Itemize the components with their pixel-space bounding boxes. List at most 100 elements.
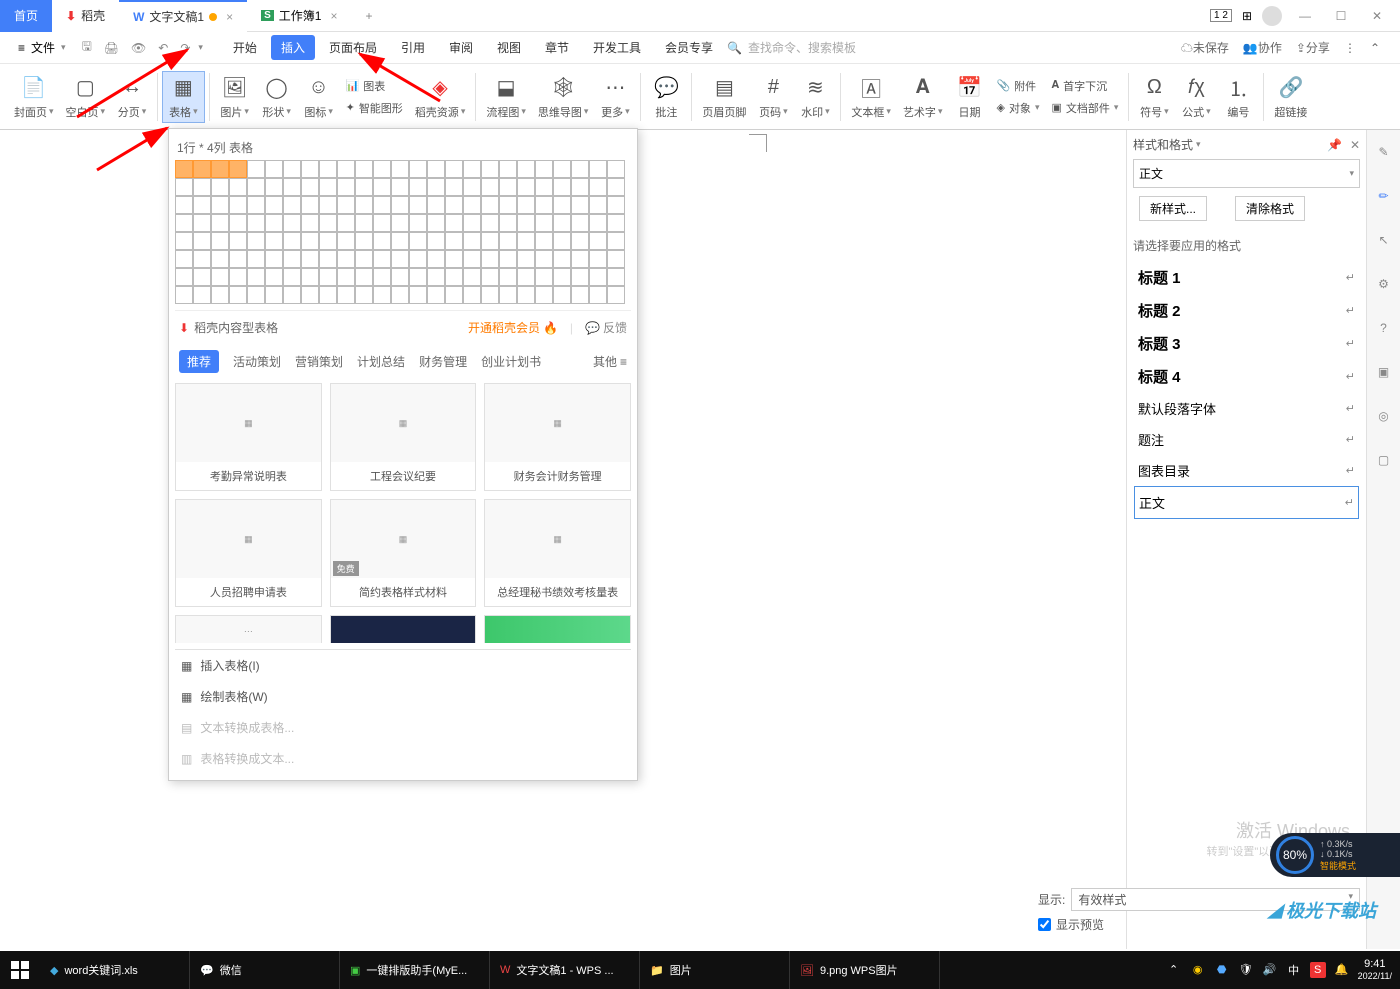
search-input[interactable]: 🔍查找命令、搜索模板 xyxy=(727,39,856,56)
table-grid-cell[interactable] xyxy=(301,196,319,214)
table-grid-cell[interactable] xyxy=(607,160,625,178)
start-button[interactable] xyxy=(0,951,40,989)
template-item[interactable]: ▦工程会议纪要 xyxy=(330,383,477,491)
table-grid-cell[interactable] xyxy=(463,214,481,232)
side-btn[interactable]: ↖ xyxy=(1372,228,1396,252)
table-grid-cell[interactable] xyxy=(301,160,319,178)
close-icon[interactable]: × xyxy=(226,10,233,24)
table-grid-cell[interactable] xyxy=(463,178,481,196)
tray-icon[interactable]: 🔔 xyxy=(1334,962,1350,978)
table-grid-cell[interactable] xyxy=(175,286,193,304)
minimize-button[interactable]: — xyxy=(1292,3,1318,29)
table-grid-cell[interactable] xyxy=(481,160,499,178)
table-grid-cell[interactable] xyxy=(193,196,211,214)
table-grid-cell[interactable] xyxy=(517,214,535,232)
table-grid-cell[interactable] xyxy=(373,286,391,304)
table-grid-cell[interactable] xyxy=(535,286,553,304)
style-item[interactable]: 标题 3↵ xyxy=(1134,327,1359,360)
table-grid-cell[interactable] xyxy=(373,160,391,178)
table-grid-cell[interactable] xyxy=(481,232,499,250)
tab-new[interactable]: + xyxy=(352,0,387,32)
table-grid-cell[interactable] xyxy=(607,232,625,250)
table-grid-cell[interactable] xyxy=(445,214,463,232)
table-grid-cell[interactable] xyxy=(391,286,409,304)
table-grid-cell[interactable] xyxy=(391,160,409,178)
table-grid-cell[interactable] xyxy=(175,178,193,196)
close-icon[interactable]: × xyxy=(330,9,337,23)
table-grid-cell[interactable] xyxy=(499,160,517,178)
template-item[interactable]: ⋯ xyxy=(175,615,322,643)
table-grid-cell[interactable] xyxy=(553,286,571,304)
table-grid-cell[interactable] xyxy=(589,232,607,250)
table-grid-cell[interactable] xyxy=(409,214,427,232)
taskbar-item[interactable]: 📁图片 xyxy=(640,951,790,989)
table-grid-cell[interactable] xyxy=(571,286,589,304)
template-tab[interactable]: 活动策划 xyxy=(233,353,281,370)
table-grid-cell[interactable] xyxy=(445,178,463,196)
table-grid-cell[interactable] xyxy=(211,196,229,214)
table-grid-cell[interactable] xyxy=(247,214,265,232)
pin-icon[interactable]: 📌 xyxy=(1327,138,1342,152)
table-grid-cell[interactable] xyxy=(247,178,265,196)
apps-icon[interactable]: ⊞ xyxy=(1242,9,1252,23)
table-grid-cell[interactable] xyxy=(211,250,229,268)
symbol-button[interactable]: Ω符号▾ xyxy=(1133,72,1175,122)
table-grid-cell[interactable] xyxy=(283,178,301,196)
table-grid-cell[interactable] xyxy=(301,214,319,232)
side-btn[interactable]: ✎ xyxy=(1372,140,1396,164)
table-grid-cell[interactable] xyxy=(229,178,247,196)
table-grid-cell[interactable] xyxy=(283,160,301,178)
table-grid-cell[interactable] xyxy=(589,268,607,286)
template-item[interactable]: ▦人员招聘申请表 xyxy=(175,499,322,607)
table-grid-cell[interactable] xyxy=(499,178,517,196)
table-grid-cell[interactable] xyxy=(427,196,445,214)
table-grid-cell[interactable] xyxy=(175,196,193,214)
table-grid-cell[interactable] xyxy=(355,286,373,304)
menu-devtools[interactable]: 开发工具 xyxy=(583,35,651,60)
style-item[interactable]: 标题 1↵ xyxy=(1134,261,1359,294)
table-grid-cell[interactable] xyxy=(391,178,409,196)
table-grid-cell[interactable] xyxy=(517,178,535,196)
taskbar-item[interactable]: ▣一键排版助手(MyE... xyxy=(340,951,490,989)
table-grid-cell[interactable] xyxy=(427,160,445,178)
table-grid-cell[interactable] xyxy=(193,178,211,196)
template-item[interactable]: ▦财务会计财务管理 xyxy=(484,383,631,491)
share-button[interactable]: ⇪分享 xyxy=(1296,39,1330,56)
watermark-button[interactable]: ≋水印▾ xyxy=(794,72,836,122)
table-grid-cell[interactable] xyxy=(355,232,373,250)
style-item[interactable]: 题注↵ xyxy=(1134,424,1359,455)
table-grid-cell[interactable] xyxy=(589,196,607,214)
template-tab-other[interactable]: 其他≡ xyxy=(593,353,627,370)
tray-icon[interactable]: 🛡 xyxy=(1238,962,1254,978)
avatar[interactable] xyxy=(1262,6,1282,26)
formula-button[interactable]: 𝑓χ公式▾ xyxy=(1175,72,1217,122)
tray-icon[interactable]: S xyxy=(1310,962,1326,978)
table-grid-cell[interactable] xyxy=(607,286,625,304)
feedback-link[interactable]: 💬反馈 xyxy=(585,319,627,336)
style-item[interactable]: 默认段落字体↵ xyxy=(1134,393,1359,424)
table-grid-cell[interactable] xyxy=(427,214,445,232)
table-grid-cell[interactable] xyxy=(517,268,535,286)
ime-icon[interactable]: 中 xyxy=(1286,962,1302,978)
table-grid-cell[interactable] xyxy=(265,214,283,232)
table-grid-cell[interactable] xyxy=(229,196,247,214)
table-grid-cell[interactable] xyxy=(193,160,211,178)
table-grid-cell[interactable] xyxy=(535,268,553,286)
table-grid-cell[interactable] xyxy=(211,178,229,196)
table-grid-cell[interactable] xyxy=(211,214,229,232)
hyperlink-button[interactable]: 🔗超链接 xyxy=(1268,72,1313,122)
tab-sheet[interactable]: S工作簿1× xyxy=(247,0,351,32)
table-grid[interactable] xyxy=(175,160,631,304)
system-tray[interactable]: ⌃ ◉ ⬣ 🛡 🔊 中 S 🔔 9:41 2022/11/ xyxy=(1158,958,1400,982)
table-grid-cell[interactable] xyxy=(445,268,463,286)
style-item[interactable]: 图表目录↵ xyxy=(1134,455,1359,486)
table-grid-cell[interactable] xyxy=(229,268,247,286)
table-grid-cell[interactable] xyxy=(211,232,229,250)
table-grid-cell[interactable] xyxy=(265,286,283,304)
template-tab[interactable]: 创业计划书 xyxy=(481,353,541,370)
table-grid-cell[interactable] xyxy=(553,250,571,268)
close-button[interactable]: ✕ xyxy=(1364,3,1390,29)
table-grid-cell[interactable] xyxy=(319,196,337,214)
table-grid-cell[interactable] xyxy=(337,178,355,196)
table-grid-cell[interactable] xyxy=(571,268,589,286)
